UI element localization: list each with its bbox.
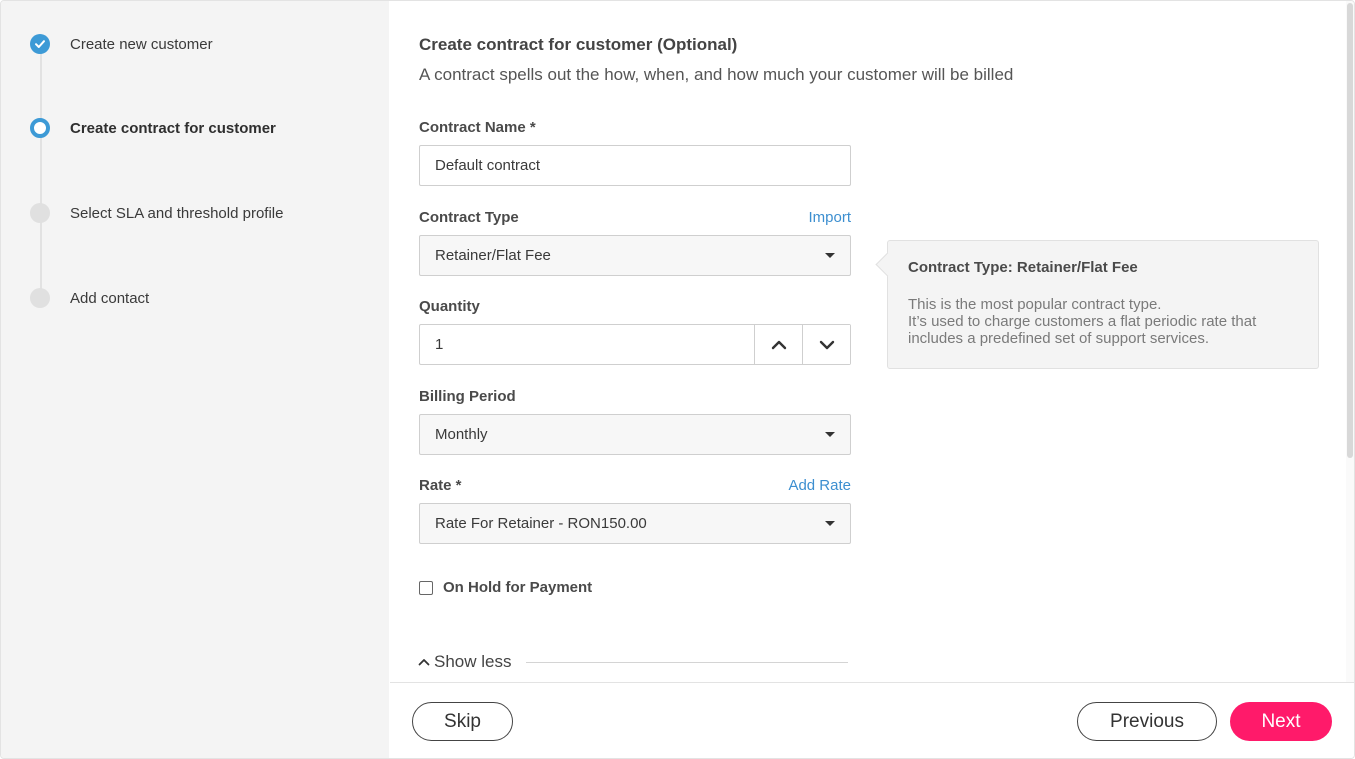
contract-name-label: Contract Name *	[419, 119, 536, 136]
caret-down-icon	[825, 253, 835, 258]
tooltip-line: It’s used to charge customers a flat per…	[908, 313, 1257, 330]
quantity-label: Quantity	[419, 298, 480, 315]
tooltip-line: includes a predefined set of support ser…	[908, 330, 1210, 347]
caret-down-icon	[825, 521, 835, 526]
contract-type-value: Retainer/Flat Fee	[435, 247, 551, 264]
on-hold-checkbox[interactable]	[419, 580, 433, 595]
rate-label: Rate *	[419, 477, 462, 494]
next-button[interactable]: Next	[1230, 702, 1332, 741]
current-step-icon	[30, 118, 50, 138]
quantity-stepper: 1	[419, 324, 851, 365]
step-create-contract[interactable]: Create contract for customer	[30, 118, 276, 138]
step-select-sla[interactable]: Select SLA and threshold profile	[30, 203, 283, 223]
step-create-customer[interactable]: Create new customer	[30, 34, 213, 54]
rate-value: Rate For Retainer - RON150.00	[435, 515, 647, 532]
quantity-increment-button[interactable]	[754, 325, 802, 364]
add-rate-link[interactable]: Add Rate	[731, 477, 851, 494]
import-link[interactable]: Import	[731, 209, 851, 226]
stepper-connector-line	[40, 45, 42, 297]
contract-name-input[interactable]: Default contract	[419, 145, 851, 186]
contract-type-tooltip: Contract Type: Retainer/Flat Fee This is…	[887, 240, 1319, 369]
wizard-stepper: Create new customer Create contract for …	[1, 1, 389, 758]
chevron-down-icon	[819, 340, 834, 349]
contract-form: Create contract for customer (Optional) …	[390, 1, 1354, 682]
billing-period-select[interactable]: Monthly	[419, 414, 851, 455]
step-label: Select SLA and threshold profile	[70, 204, 284, 222]
scrollbar-thumb[interactable]	[1347, 3, 1353, 458]
quantity-value: 1	[435, 336, 444, 353]
on-hold-label[interactable]: On Hold for Payment	[443, 579, 592, 596]
step-label: Create new customer	[70, 35, 213, 53]
show-less-label: Show less	[434, 652, 512, 671]
show-less-toggle[interactable]: Show less	[418, 652, 511, 672]
billing-period-label: Billing Period	[419, 388, 516, 405]
skip-button[interactable]: Skip	[412, 702, 513, 741]
billing-period-value: Monthly	[435, 426, 488, 443]
step-add-contact[interactable]: Add contact	[30, 288, 149, 308]
step-label: Create contract for customer	[70, 119, 276, 137]
chevron-up-icon	[418, 659, 430, 666]
wizard-footer: Skip Previous Next	[390, 682, 1354, 758]
pending-step-icon	[30, 288, 50, 308]
previous-button[interactable]: Previous	[1077, 702, 1217, 741]
form-subtitle: A contract spells out the how, when, and…	[419, 65, 1014, 84]
on-hold-row: On Hold for Payment	[419, 579, 592, 596]
contract-type-label: Contract Type	[419, 209, 519, 226]
quantity-decrement-button[interactable]	[802, 325, 850, 364]
contract-type-select[interactable]: Retainer/Flat Fee	[419, 235, 851, 276]
tooltip-title: Contract Type: Retainer/Flat Fee	[908, 259, 1138, 276]
step-label: Add contact	[70, 289, 150, 307]
rate-select[interactable]: Rate For Retainer - RON150.00	[419, 503, 851, 544]
wizard-window: Create new customer Create contract for …	[0, 0, 1355, 759]
scrollbar[interactable]	[1346, 1, 1354, 682]
tooltip-body: This is the most popular contract type. …	[908, 296, 1298, 347]
check-icon	[30, 34, 50, 54]
form-title: Create contract for customer (Optional)	[419, 35, 738, 54]
tooltip-line: This is the most popular contract type.	[908, 296, 1162, 313]
caret-down-icon	[825, 432, 835, 437]
chevron-up-icon	[771, 340, 786, 349]
contract-name-value: Default contract	[435, 157, 541, 174]
pending-step-icon	[30, 203, 50, 223]
quantity-input[interactable]: 1	[420, 325, 754, 364]
section-divider	[526, 662, 848, 663]
